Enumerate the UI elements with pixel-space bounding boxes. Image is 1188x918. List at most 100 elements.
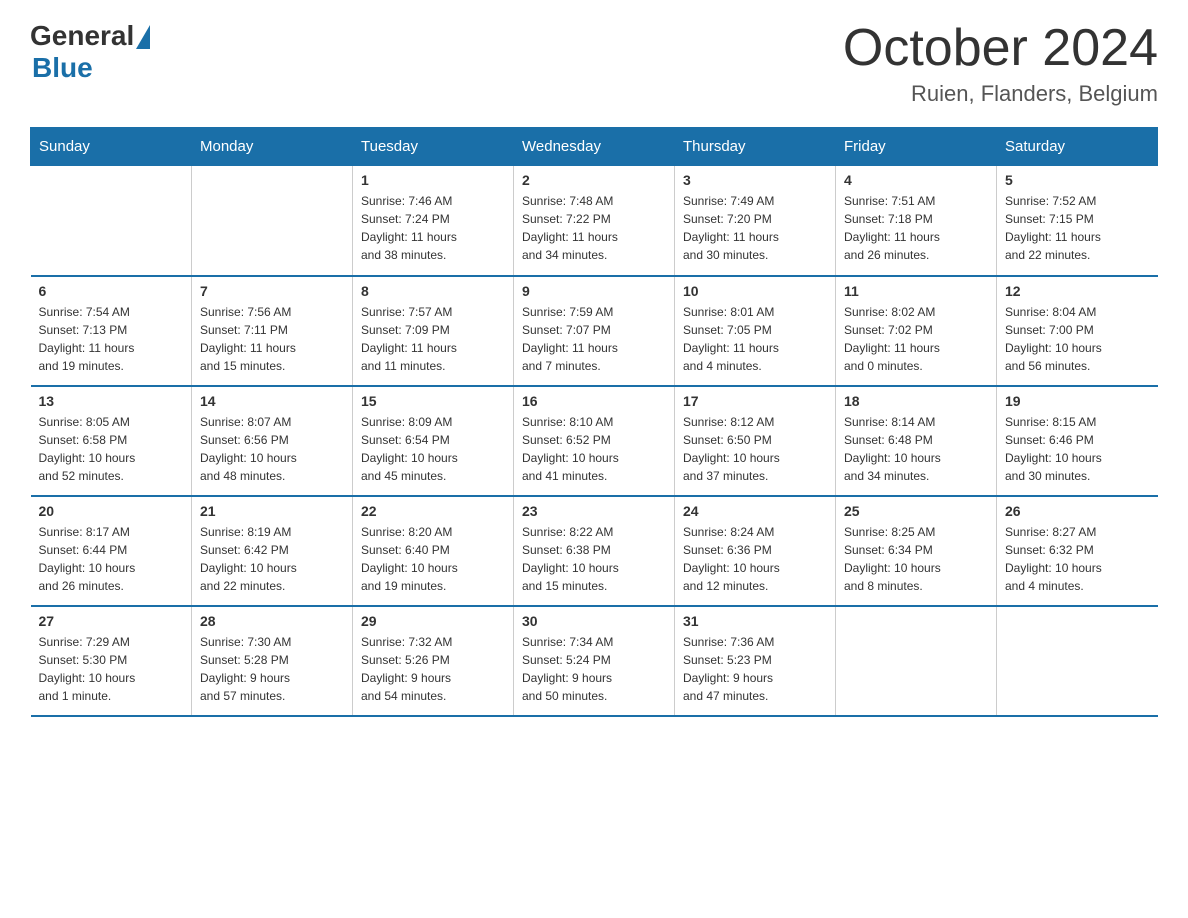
day-info: Sunrise: 7:48 AM Sunset: 7:22 PM Dayligh…	[522, 192, 666, 264]
day-info: Sunrise: 8:04 AM Sunset: 7:00 PM Dayligh…	[1005, 303, 1150, 375]
day-info: Sunrise: 8:10 AM Sunset: 6:52 PM Dayligh…	[522, 413, 666, 485]
day-number: 25	[844, 503, 988, 519]
day-number: 3	[683, 172, 827, 188]
day-cell: 16 Sunrise: 8:10 AM Sunset: 6:52 PM Dayli…	[514, 386, 675, 496]
day-cell: 9 Sunrise: 7:59 AM Sunset: 7:07 PM Daylig…	[514, 276, 675, 386]
day-number: 14	[200, 393, 344, 409]
day-info: Sunrise: 7:32 AM Sunset: 5:26 PM Dayligh…	[361, 633, 505, 705]
header-row: SundayMondayTuesdayWednesdayThursdayFrid…	[31, 128, 1158, 166]
day-number: 28	[200, 613, 344, 629]
day-cell: 13 Sunrise: 8:05 AM Sunset: 6:58 PM Dayli…	[31, 386, 192, 496]
day-number: 20	[39, 503, 184, 519]
day-number: 23	[522, 503, 666, 519]
day-cell: 30 Sunrise: 7:34 AM Sunset: 5:24 PM Dayli…	[514, 606, 675, 716]
day-info: Sunrise: 7:34 AM Sunset: 5:24 PM Dayligh…	[522, 633, 666, 705]
day-cell: 5 Sunrise: 7:52 AM Sunset: 7:15 PM Daylig…	[997, 166, 1158, 276]
day-cell: 31Sunrise: 7:36 AM Sunset: 5:23 PM Dayli…	[675, 606, 836, 716]
day-info: Sunrise: 7:52 AM Sunset: 7:15 PM Dayligh…	[1005, 192, 1150, 264]
day-number: 11	[844, 283, 988, 299]
logo-blue-text: Blue	[32, 52, 93, 84]
day-cell	[192, 166, 353, 276]
week-row-5: 27 Sunrise: 7:29 AM Sunset: 5:30 PM Dayli…	[31, 606, 1158, 716]
day-number: 10	[683, 283, 827, 299]
day-cell: 20 Sunrise: 8:17 AM Sunset: 6:44 PM Dayli…	[31, 496, 192, 606]
day-info: Sunrise: 7:59 AM Sunset: 7:07 PM Dayligh…	[522, 303, 666, 375]
day-cell: 3 Sunrise: 7:49 AM Sunset: 7:20 PM Daylig…	[675, 166, 836, 276]
day-info: Sunrise: 7:30 AM Sunset: 5:28 PM Dayligh…	[200, 633, 344, 705]
day-cell: 1 Sunrise: 7:46 AM Sunset: 7:24 PM Daylig…	[353, 166, 514, 276]
day-info: Sunrise: 8:14 AM Sunset: 6:48 PM Dayligh…	[844, 413, 988, 485]
day-cell: 11 Sunrise: 8:02 AM Sunset: 7:02 PM Dayli…	[836, 276, 997, 386]
day-number: 18	[844, 393, 988, 409]
day-info: Sunrise: 8:02 AM Sunset: 7:02 PM Dayligh…	[844, 303, 988, 375]
day-cell	[997, 606, 1158, 716]
day-cell: 8Sunrise: 7:57 AM Sunset: 7:09 PM Daylig…	[353, 276, 514, 386]
day-number: 31	[683, 613, 827, 629]
week-row-4: 20 Sunrise: 8:17 AM Sunset: 6:44 PM Dayli…	[31, 496, 1158, 606]
day-info: Sunrise: 8:22 AM Sunset: 6:38 PM Dayligh…	[522, 523, 666, 595]
day-number: 9	[522, 283, 666, 299]
day-cell: 7Sunrise: 7:56 AM Sunset: 7:11 PM Daylig…	[192, 276, 353, 386]
day-cell: 27 Sunrise: 7:29 AM Sunset: 5:30 PM Dayli…	[31, 606, 192, 716]
day-number: 16	[522, 393, 666, 409]
header-cell-thursday: Thursday	[675, 128, 836, 166]
title-area: October 2024 Ruien, Flanders, Belgium	[843, 20, 1158, 107]
day-number: 8	[361, 283, 505, 299]
day-number: 2	[522, 172, 666, 188]
day-number: 21	[200, 503, 344, 519]
calendar-header: SundayMondayTuesdayWednesdayThursdayFrid…	[31, 128, 1158, 166]
day-number: 30	[522, 613, 666, 629]
week-row-2: 6 Sunrise: 7:54 AM Sunset: 7:13 PM Daylig…	[31, 276, 1158, 386]
day-number: 5	[1005, 172, 1150, 188]
day-number: 19	[1005, 393, 1150, 409]
day-cell: 6 Sunrise: 7:54 AM Sunset: 7:13 PM Daylig…	[31, 276, 192, 386]
day-cell: 28 Sunrise: 7:30 AM Sunset: 5:28 PM Dayli…	[192, 606, 353, 716]
day-number: 24	[683, 503, 827, 519]
day-info: Sunrise: 7:29 AM Sunset: 5:30 PM Dayligh…	[39, 633, 184, 705]
day-cell: 4 Sunrise: 7:51 AM Sunset: 7:18 PM Daylig…	[836, 166, 997, 276]
day-info: Sunrise: 8:07 AM Sunset: 6:56 PM Dayligh…	[200, 413, 344, 485]
day-info: Sunrise: 8:09 AM Sunset: 6:54 PM Dayligh…	[361, 413, 505, 485]
day-cell: 22Sunrise: 8:20 AM Sunset: 6:40 PM Dayli…	[353, 496, 514, 606]
logo: General Blue	[30, 20, 150, 84]
header-cell-monday: Monday	[192, 128, 353, 166]
week-row-3: 13 Sunrise: 8:05 AM Sunset: 6:58 PM Dayli…	[31, 386, 1158, 496]
logo-general-text: General	[30, 20, 134, 52]
day-info: Sunrise: 7:56 AM Sunset: 7:11 PM Dayligh…	[200, 303, 344, 375]
day-info: Sunrise: 8:01 AM Sunset: 7:05 PM Dayligh…	[683, 303, 827, 375]
day-cell: 23 Sunrise: 8:22 AM Sunset: 6:38 PM Dayli…	[514, 496, 675, 606]
day-cell: 25 Sunrise: 8:25 AM Sunset: 6:34 PM Dayli…	[836, 496, 997, 606]
day-number: 4	[844, 172, 988, 188]
day-info: Sunrise: 7:49 AM Sunset: 7:20 PM Dayligh…	[683, 192, 827, 264]
day-cell: 17Sunrise: 8:12 AM Sunset: 6:50 PM Dayli…	[675, 386, 836, 496]
day-cell: 26Sunrise: 8:27 AM Sunset: 6:32 PM Dayli…	[997, 496, 1158, 606]
day-cell: 24 Sunrise: 8:24 AM Sunset: 6:36 PM Dayli…	[675, 496, 836, 606]
day-cell: 21 Sunrise: 8:19 AM Sunset: 6:42 PM Dayli…	[192, 496, 353, 606]
day-info: Sunrise: 8:27 AM Sunset: 6:32 PM Dayligh…	[1005, 523, 1150, 595]
day-info: Sunrise: 8:17 AM Sunset: 6:44 PM Dayligh…	[39, 523, 184, 595]
day-cell	[31, 166, 192, 276]
day-number: 6	[39, 283, 184, 299]
day-info: Sunrise: 7:51 AM Sunset: 7:18 PM Dayligh…	[844, 192, 988, 264]
day-info: Sunrise: 8:19 AM Sunset: 6:42 PM Dayligh…	[200, 523, 344, 595]
day-info: Sunrise: 7:46 AM Sunset: 7:24 PM Dayligh…	[361, 192, 505, 264]
calendar-table: SundayMondayTuesdayWednesdayThursdayFrid…	[30, 127, 1158, 717]
day-number: 13	[39, 393, 184, 409]
header-cell-friday: Friday	[836, 128, 997, 166]
day-cell	[836, 606, 997, 716]
location-text: Ruien, Flanders, Belgium	[843, 81, 1158, 107]
day-info: Sunrise: 7:54 AM Sunset: 7:13 PM Dayligh…	[39, 303, 184, 375]
day-info: Sunrise: 8:05 AM Sunset: 6:58 PM Dayligh…	[39, 413, 184, 485]
day-number: 22	[361, 503, 505, 519]
header-cell-sunday: Sunday	[31, 128, 192, 166]
day-info: Sunrise: 8:12 AM Sunset: 6:50 PM Dayligh…	[683, 413, 827, 485]
day-number: 27	[39, 613, 184, 629]
header-cell-wednesday: Wednesday	[514, 128, 675, 166]
day-info: Sunrise: 8:24 AM Sunset: 6:36 PM Dayligh…	[683, 523, 827, 595]
month-title: October 2024	[843, 20, 1158, 77]
day-number: 1	[361, 172, 505, 188]
logo-flag-icon	[136, 25, 150, 49]
header-cell-tuesday: Tuesday	[353, 128, 514, 166]
day-cell: 14 Sunrise: 8:07 AM Sunset: 6:56 PM Dayli…	[192, 386, 353, 496]
day-info: Sunrise: 8:25 AM Sunset: 6:34 PM Dayligh…	[844, 523, 988, 595]
